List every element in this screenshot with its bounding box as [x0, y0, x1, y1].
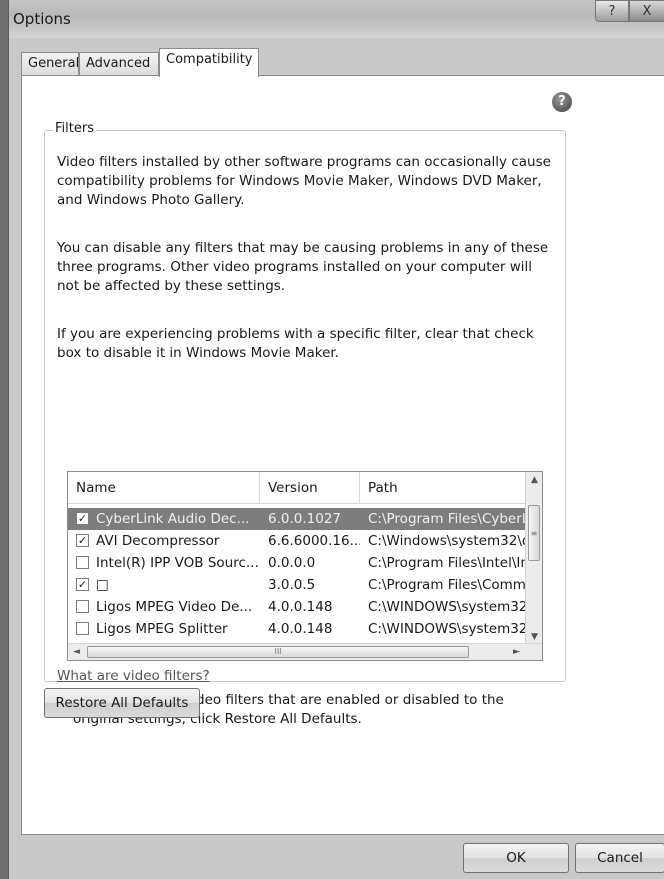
title-bar-buttons: ? X	[595, 0, 664, 22]
scroll-right-arrow-icon[interactable]: ►	[508, 644, 525, 660]
filter-checkbox[interactable]: ✓	[76, 578, 89, 591]
list-header: Name Version Path	[68, 472, 542, 504]
filter-name: AVI Decompressor	[96, 533, 220, 549]
filter-path: C:\Program Files\Commo	[368, 577, 527, 593]
filters-group-title: Filters	[53, 121, 96, 136]
disable-paragraph: You can disable any filters that may be …	[57, 240, 549, 294]
filter-version: 0.0.0.0	[268, 555, 316, 571]
filter-checkbox[interactable]: ✓	[76, 512, 89, 525]
filters-group: Filters Video filters installed by other…	[44, 121, 566, 727]
vertical-scroll-thumb[interactable]: ≡	[528, 505, 540, 561]
filter-path: C:\WINDOWS\system32\	[368, 621, 527, 637]
scroll-left-arrow-icon[interactable]: ◄	[68, 644, 85, 660]
filter-checkbox[interactable]	[76, 600, 89, 613]
list-item[interactable]: ✓ AVI Decompressor 6.6.6000.16... C:\Win…	[68, 530, 527, 552]
column-header-version[interactable]: Version	[260, 472, 360, 504]
filter-checkbox[interactable]	[76, 622, 89, 635]
list-item[interactable]: ✓ □ 3.0.0.5 C:\Program Files\Commo	[68, 574, 527, 596]
horizontal-scroll-thumb[interactable]: III	[87, 646, 469, 658]
filter-name: CyberLink Audio Dec...	[96, 511, 250, 527]
window-title: Options	[13, 10, 71, 28]
tab-compatibility[interactable]: Compatibility	[159, 48, 259, 77]
help-button[interactable]: ?	[595, 0, 629, 22]
help-icon[interactable]: ?	[552, 92, 572, 112]
filter-name: □	[96, 577, 109, 593]
cancel-button[interactable]: Cancel	[575, 843, 664, 873]
filter-name: Ligos MPEG Video De...	[96, 599, 253, 615]
filter-path: C:\Program Files\CyberLi	[368, 511, 527, 527]
column-header-path[interactable]: Path	[360, 472, 530, 504]
compatibility-panel: ? Filters Video filters installed by oth…	[21, 75, 664, 835]
filter-path: C:\Program Files\Intel\In	[368, 555, 527, 571]
filter-path: C:\Windows\system32\q	[368, 533, 527, 549]
problems-paragraph: If you are experiencing problems with a …	[57, 326, 534, 361]
filter-version: 3.0.0.5	[268, 577, 316, 593]
tab-general[interactable]: General	[21, 52, 79, 76]
filter-version: 6.0.0.1027	[268, 511, 341, 527]
filter-version: 6.6.6000.16...	[268, 533, 360, 549]
video-filters-help-link[interactable]: What are video filters?	[57, 668, 210, 684]
filter-checkbox[interactable]	[76, 556, 89, 569]
question-icon: ?	[608, 3, 616, 19]
close-button[interactable]: X	[629, 0, 664, 22]
column-header-name[interactable]: Name	[68, 472, 260, 504]
tab-advanced[interactable]: Advanced	[79, 52, 159, 76]
list-item[interactable]: Ligos MPEG Splitter 4.0.0.148 C:\WINDOWS…	[68, 618, 527, 640]
vertical-scrollbar[interactable]: ▲ ≡ ▼	[525, 472, 542, 646]
list-item[interactable]: Ligos MPEG Video De... 4.0.0.148 C:\WIND…	[68, 596, 527, 618]
filter-name: Ligos MPEG Splitter	[96, 621, 228, 637]
ok-button[interactable]: OK	[463, 843, 569, 873]
filter-version: 4.0.0.148	[268, 599, 333, 615]
filter-name: Intel(R) IPP VOB Sourc...	[96, 555, 258, 571]
scroll-up-arrow-icon[interactable]: ▲	[526, 472, 542, 489]
intro-paragraph: Video filters installed by other softwar…	[57, 154, 551, 208]
title-bar[interactable]: Options ? X	[9, 0, 664, 38]
filter-version: 4.0.0.148	[268, 621, 333, 637]
filter-checkbox[interactable]: ✓	[76, 534, 89, 547]
list-item[interactable]: ✓ CyberLink Audio Dec... 6.0.0.1027 C:\P…	[68, 508, 527, 530]
restore-all-defaults-button[interactable]: Restore All Defaults	[44, 688, 200, 718]
options-dialog: Options ? X General Advanced Compatibili…	[8, 0, 664, 879]
filter-path: C:\WINDOWS\system32\	[368, 599, 527, 615]
horizontal-scrollbar[interactable]: ◄ III ►	[68, 643, 542, 660]
list-item[interactable]: Intel(R) IPP VOB Sourc... 0.0.0.0 C:\Pro…	[68, 552, 527, 574]
close-icon: X	[642, 3, 652, 19]
filters-list[interactable]: Name Version Path ✓ CyberLink Audio Dec.…	[67, 471, 543, 661]
